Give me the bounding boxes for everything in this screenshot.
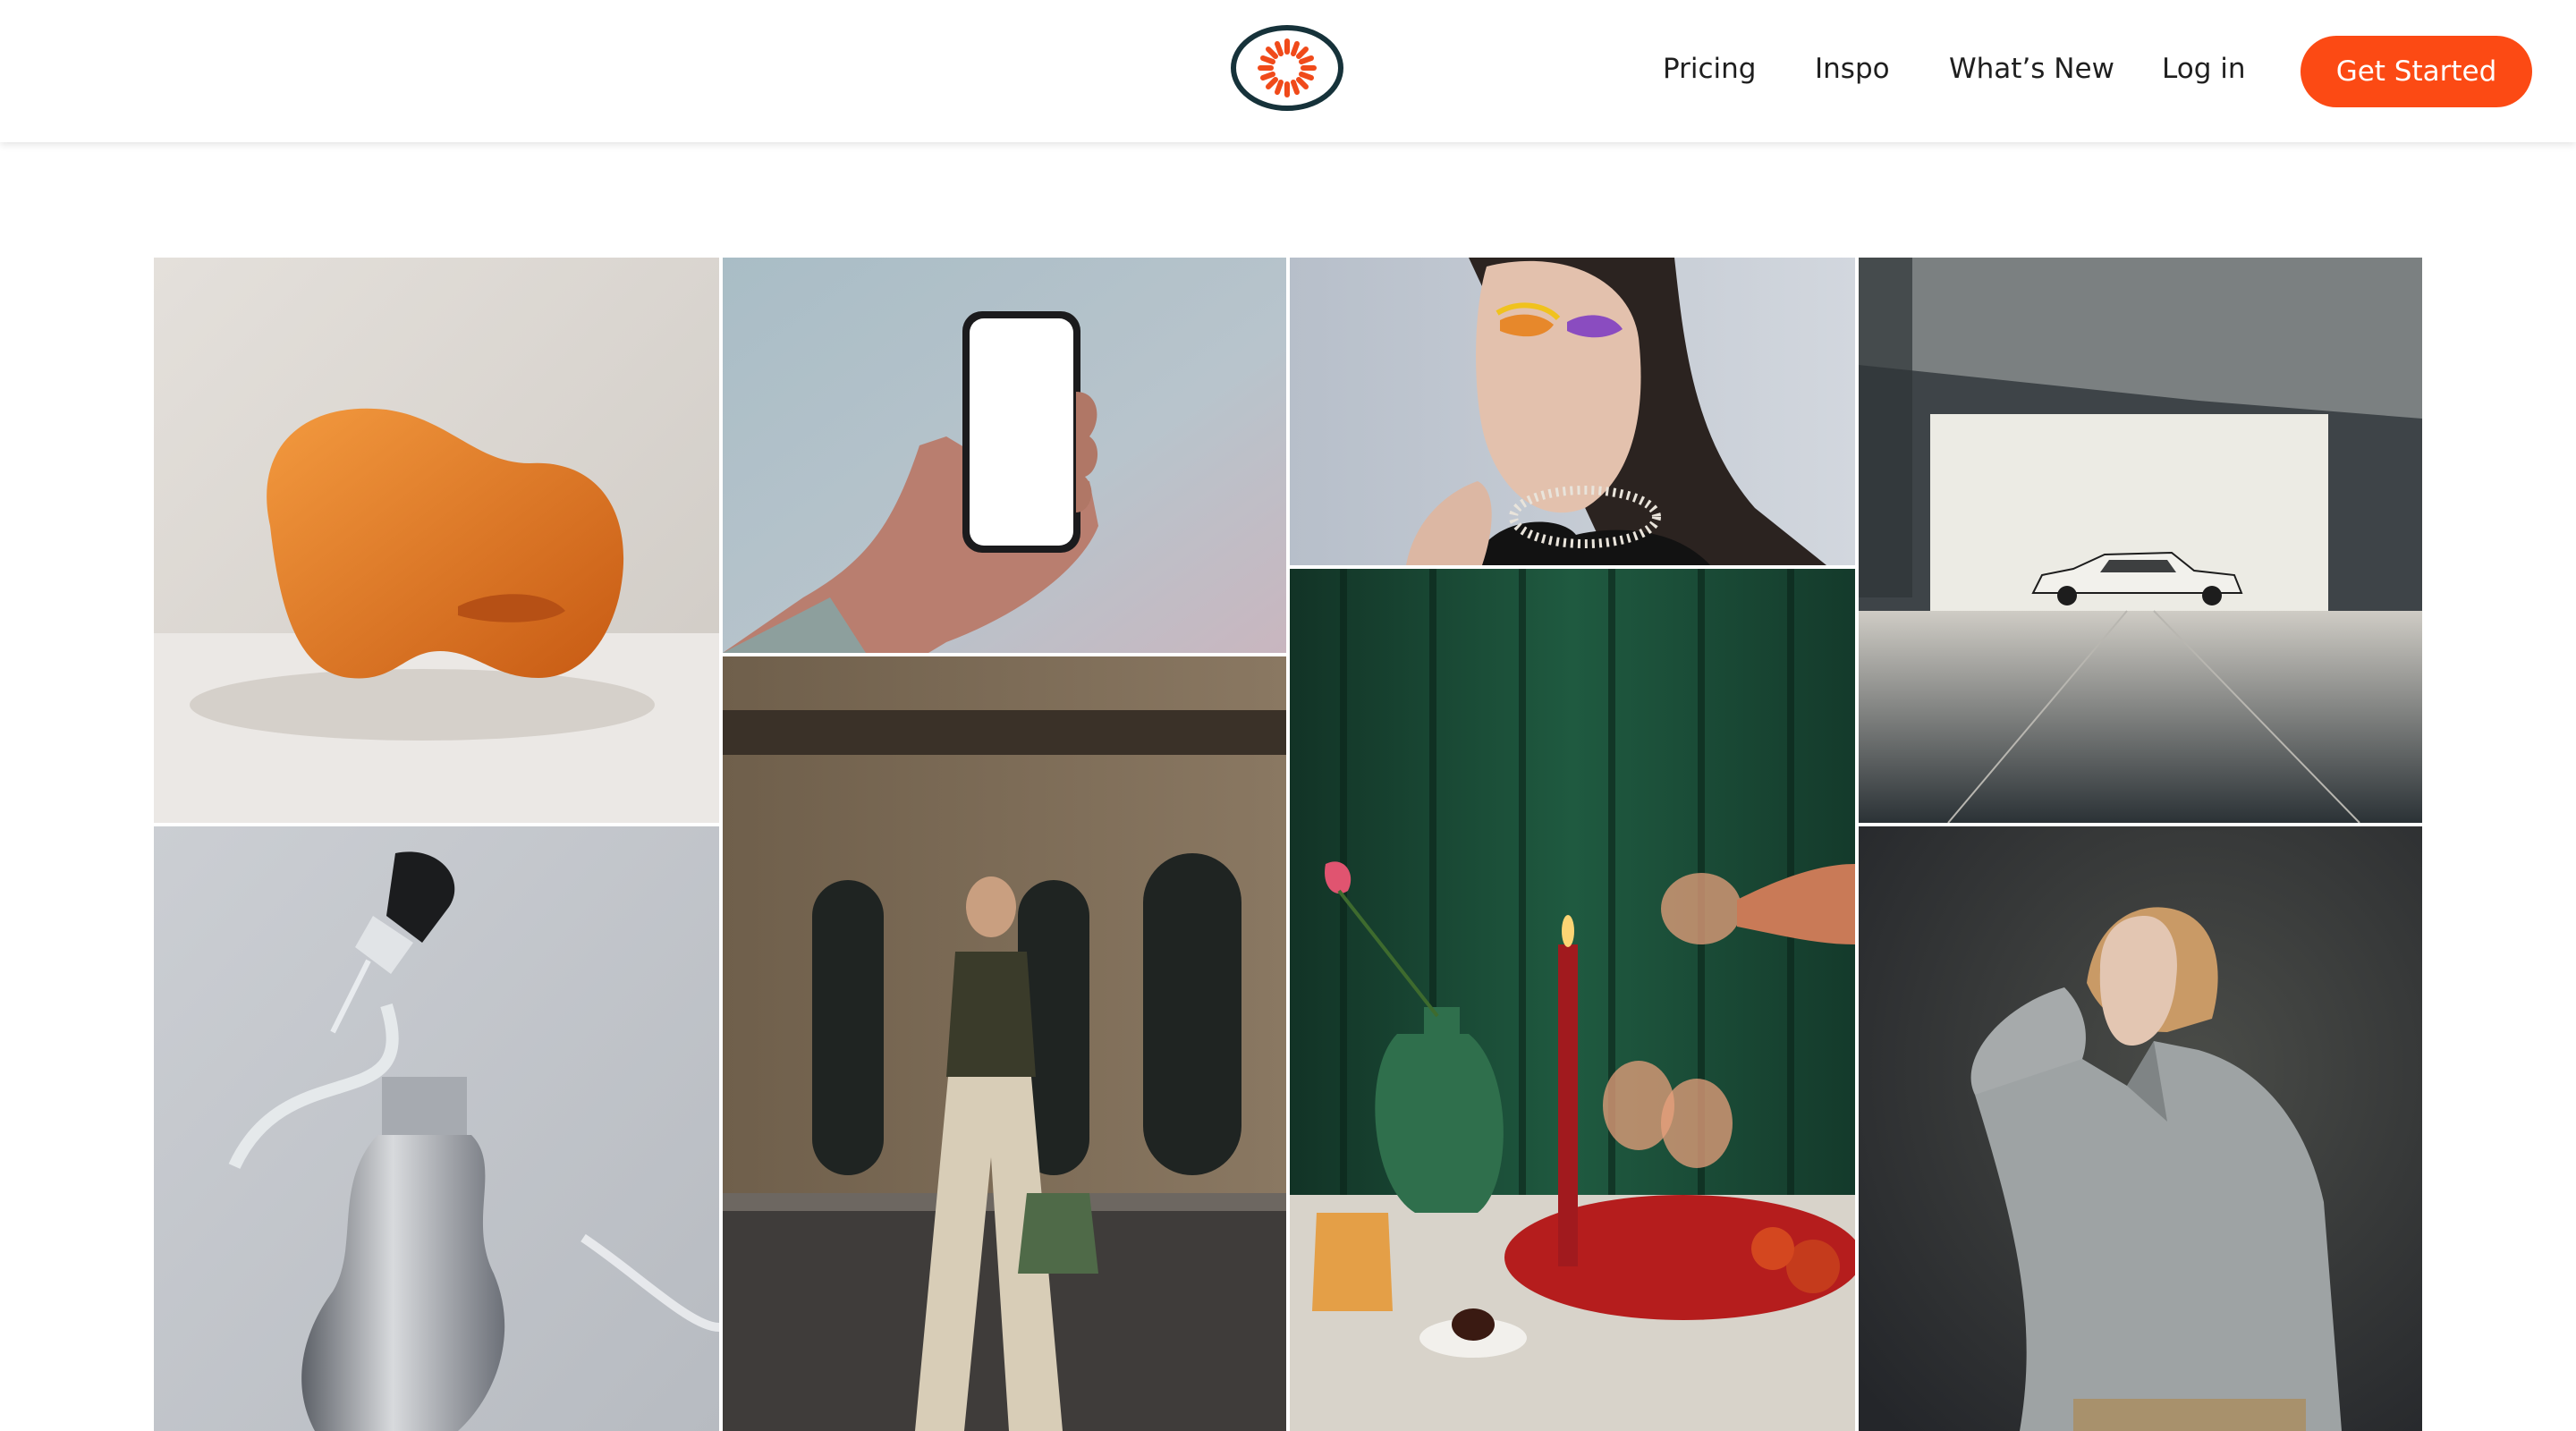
gallery-image-serum-bottle[interactable] bbox=[154, 826, 719, 1431]
nav-whats-new-link[interactable]: What’s New bbox=[1949, 48, 2114, 89]
nav-pricing-link[interactable]: Pricing bbox=[1663, 48, 1757, 89]
gallery-image-orange-armchair[interactable] bbox=[154, 258, 719, 823]
gallery-image-hand-holding-phone[interactable] bbox=[723, 258, 1286, 653]
gallery-image-makeup-portrait[interactable] bbox=[1290, 258, 1855, 565]
gallery-image-woman-walking[interactable] bbox=[723, 656, 1286, 1431]
gallery-image-grey-shirt-model[interactable] bbox=[1859, 826, 2422, 1431]
gallery-image-car-gallery[interactable] bbox=[1859, 258, 2422, 823]
gallery-image-candle-table[interactable] bbox=[1290, 569, 1855, 1431]
site-header: Pricing Inspo What’s New Log in Get Star… bbox=[0, 0, 2576, 142]
get-started-button[interactable]: Get Started bbox=[2301, 36, 2532, 107]
nav-login-link[interactable]: Log in bbox=[2162, 48, 2245, 89]
starburst-logo-icon[interactable] bbox=[1231, 25, 1343, 111]
nav-inspo-link[interactable]: Inspo bbox=[1815, 48, 1890, 89]
